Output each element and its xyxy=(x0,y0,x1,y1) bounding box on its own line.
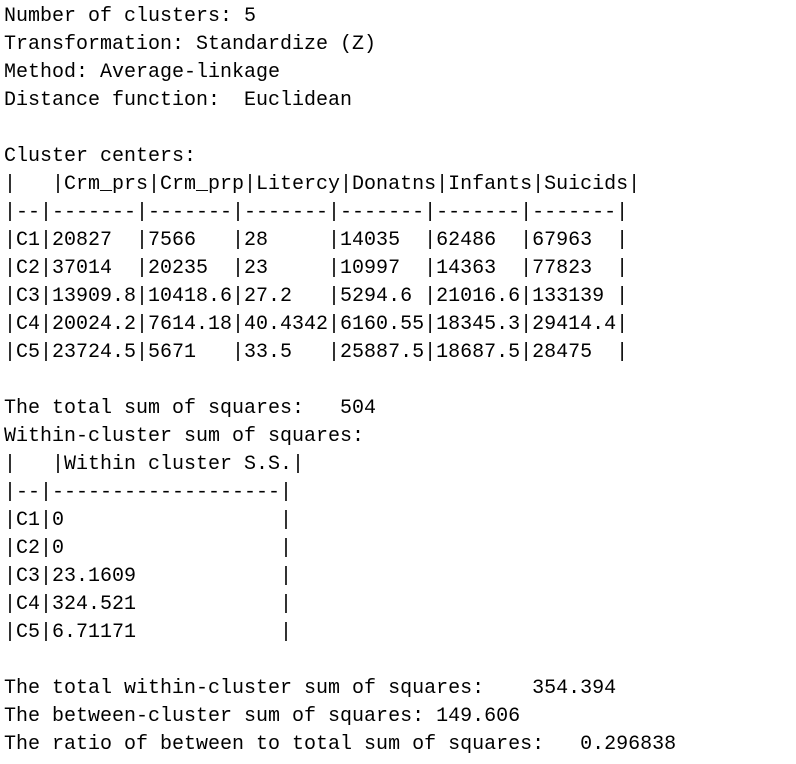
centers-table-row: |C3|13909.8|10418.6|27.2 |5294.6 |21016.… xyxy=(4,285,629,308)
between-cluster-line: The between-cluster sum of squares: 149.… xyxy=(4,705,521,728)
within-table-row: |C4|324.521 | xyxy=(4,593,293,616)
within-table-row: |C3|23.1609 | xyxy=(4,565,293,588)
clusters-count-line: Number of clusters: 5 xyxy=(4,5,257,28)
centers-table-header: | |Crm_prs|Crm_prp|Litercy|Donatns|Infan… xyxy=(4,173,641,196)
within-table-row: |C2|0 | xyxy=(4,537,293,560)
within-table-row: |C1|0 | xyxy=(4,509,293,532)
cluster-centers-heading: Cluster centers: xyxy=(4,145,197,168)
within-cluster-heading: Within-cluster sum of squares: xyxy=(4,425,365,448)
ratio-line: The ratio of between to total sum of squ… xyxy=(4,733,677,756)
within-table-separator: |--|-------------------| xyxy=(4,481,293,504)
centers-table-row: |C5|23724.5|5671 |33.5 |25887.5|18687.5|… xyxy=(4,341,629,364)
centers-table-row: |C4|20024.2|7614.18|40.4342|6160.55|1834… xyxy=(4,313,629,336)
distance-function-line: Distance function: Euclidean xyxy=(4,89,353,112)
total-within-cluster-line: The total within-cluster sum of squares:… xyxy=(4,677,617,700)
within-table-header: | |Within cluster S.S.| xyxy=(4,453,305,476)
clustering-output: Number of clusters: 5 Transformation: Sta… xyxy=(4,3,676,759)
centers-table-row: |C2|37014 |20235 |23 |10997 |14363 |7782… xyxy=(4,257,629,280)
within-table-row: |C5|6.71171 | xyxy=(4,621,293,644)
method-line: Method: Average-linkage xyxy=(4,61,281,84)
total-sum-of-squares-line: The total sum of squares: 504 xyxy=(4,397,377,420)
transformation-line: Transformation: Standardize (Z) xyxy=(4,33,377,56)
centers-table-row: |C1|20827 |7566 |28 |14035 |62486 |67963… xyxy=(4,229,629,252)
centers-table-separator: |--|-------|-------|-------|-------|----… xyxy=(4,201,629,224)
